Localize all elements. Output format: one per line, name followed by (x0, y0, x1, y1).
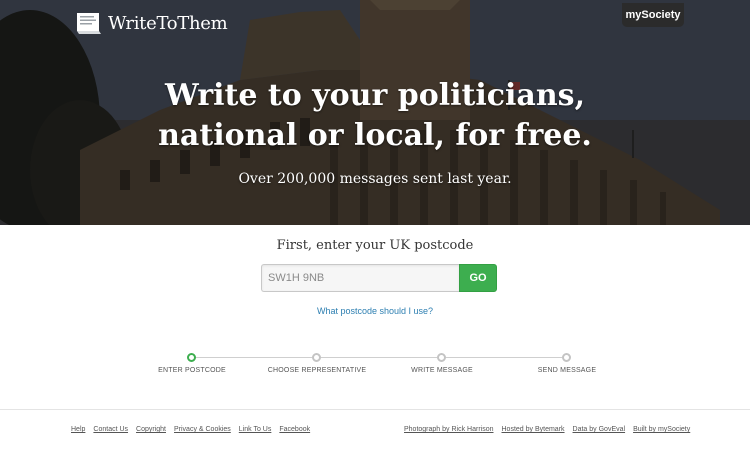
postcode-help-link[interactable]: What postcode should I use? (0, 306, 750, 316)
step-dot-write-message (437, 353, 446, 362)
footer-link-privacy-cookies[interactable]: Privacy & Cookies (174, 426, 231, 433)
go-button[interactable]: GO (459, 264, 497, 292)
step-dot-send-message (562, 353, 571, 362)
hero-banner: WriteToThem mySociety Write to your poli… (0, 0, 750, 225)
step-label-choose-representative: CHOOSE REPRESENTATIVE (267, 367, 367, 374)
footer-link-copyright[interactable]: Copyright (136, 426, 166, 433)
footer-link-help[interactable]: Help (71, 426, 85, 433)
step-dot-choose-representative (312, 353, 321, 362)
mysociety-badge[interactable]: mySociety (622, 3, 684, 27)
footer-link-photograph[interactable]: Photograph by Rick Harrison (404, 426, 494, 433)
footer-left-links: Help Contact Us Copyright Privacy & Cook… (71, 426, 310, 433)
footer-link-contact-us[interactable]: Contact Us (93, 426, 128, 433)
footer-link-hosted[interactable]: Hosted by Bytemark (502, 426, 565, 433)
step-label-write-message: WRITE MESSAGE (411, 367, 473, 374)
footer-link-built-by[interactable]: Built by mySociety (633, 426, 690, 433)
footer-link-data[interactable]: Data by GovEval (573, 426, 626, 433)
logo-text: WriteToThem (108, 12, 228, 34)
step-label-enter-postcode: ENTER POSTCODE (158, 367, 226, 374)
paper-stack-icon (76, 11, 102, 35)
step-dot-enter-postcode (187, 353, 196, 362)
step-connector (446, 357, 562, 358)
postcode-input[interactable] (261, 264, 459, 292)
headline-line-2: national or local, for free. (158, 118, 592, 153)
postcode-prompt: First, enter your UK postcode (276, 238, 474, 253)
footer-link-facebook[interactable]: Facebook (279, 426, 310, 433)
step-connector (321, 357, 437, 358)
footer-divider (0, 409, 750, 410)
step-connector (196, 357, 312, 358)
postcode-form: GO (261, 264, 497, 292)
footer-right-links: Photograph by Rick Harrison Hosted by By… (404, 426, 690, 433)
hero-subline: Over 200,000 messages sent last year. (238, 171, 512, 187)
progress-steps: ENTER POSTCODE CHOOSE REPRESENTATIVE WRI… (0, 350, 750, 380)
headline-line-1: Write to your politicians, (164, 78, 586, 113)
step-label-send-message: SEND MESSAGE (537, 367, 597, 374)
footer-link-link-to-us[interactable]: Link To Us (239, 426, 272, 433)
writetothem-logo[interactable]: WriteToThem (76, 11, 228, 35)
hero-headline: Write to your politicians, national or l… (0, 76, 750, 156)
